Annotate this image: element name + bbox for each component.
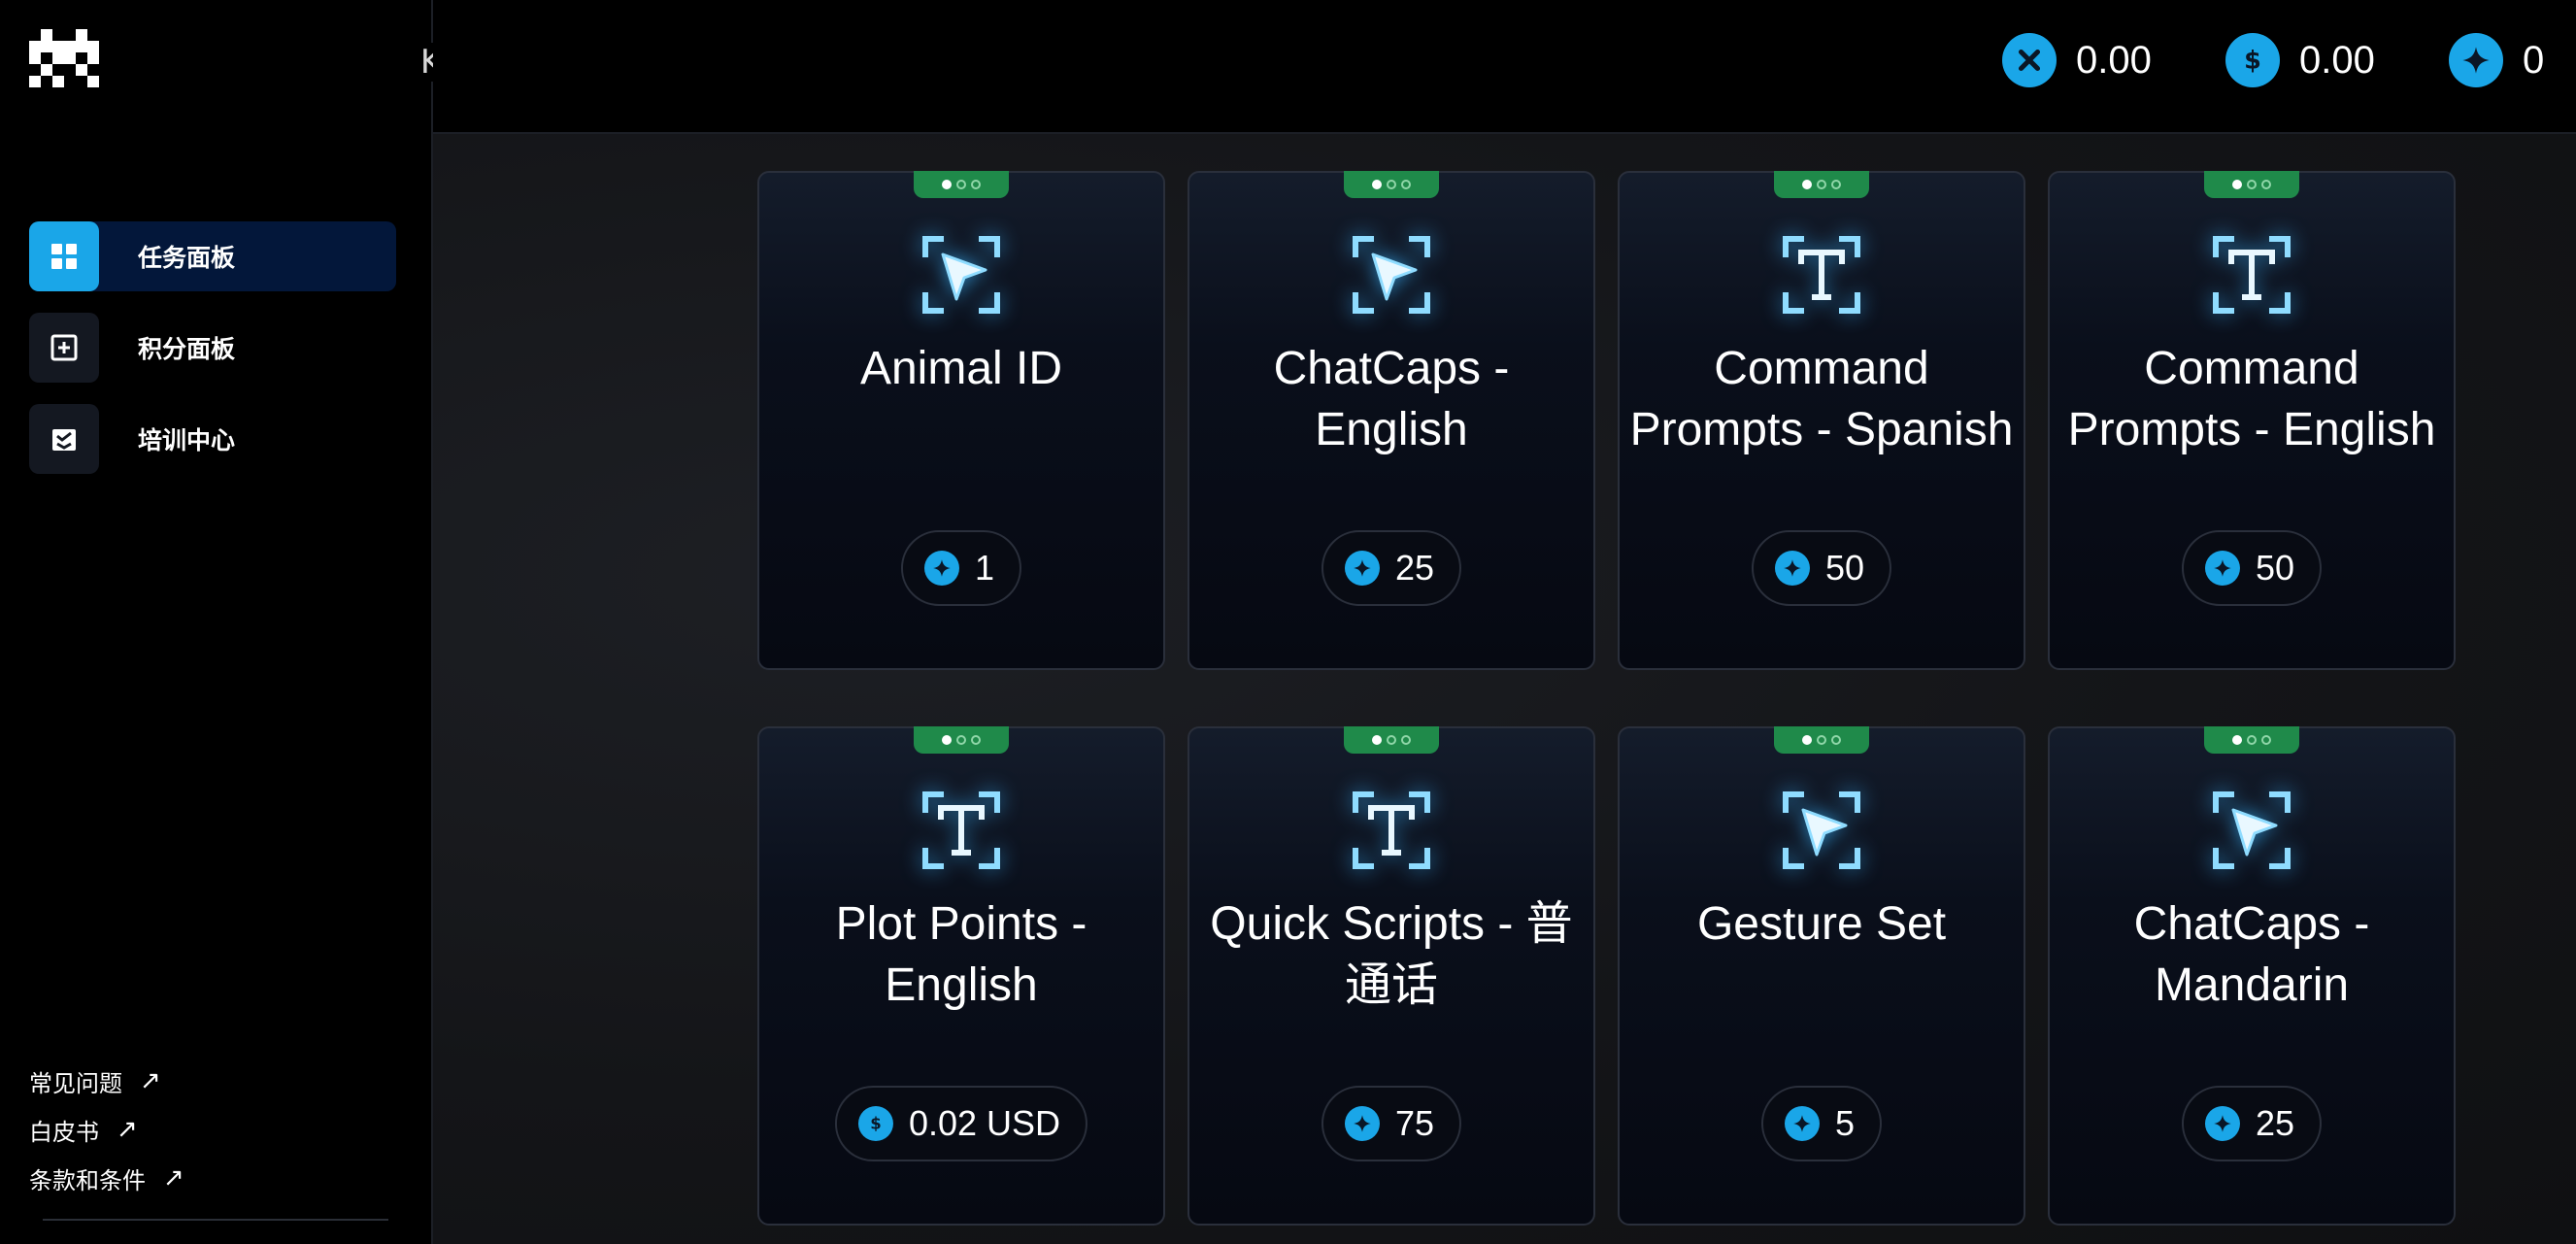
divider [43, 1219, 388, 1221]
cursor-icon [920, 233, 1003, 317]
page-indicator [1344, 171, 1439, 198]
points-balance[interactable]: 0 [2449, 33, 2544, 87]
reward-badge: 75 [1321, 1086, 1462, 1161]
star-coin-icon [1774, 551, 1810, 586]
star-coin-icon [1344, 1106, 1380, 1141]
logo-icon[interactable] [29, 29, 99, 93]
page-indicator [914, 171, 1009, 198]
sidebar-footer-links: 常见问题 ↗ 白皮书 ↗ 条款和条件 ↗ [29, 1057, 184, 1202]
x-balance[interactable]: 0.00 [2002, 33, 2152, 87]
link-label: 白皮书 [29, 1118, 99, 1146]
page-indicator [914, 726, 1009, 754]
usd-balance[interactable]: 0.00 [2225, 33, 2375, 87]
reward-badge: 25 [1321, 530, 1462, 606]
task-card[interactable]: Gesture Set 5 [1618, 726, 2025, 1226]
sidebar-item-points-board[interactable]: 积分面板 [29, 313, 396, 383]
page-indicator [1344, 726, 1439, 754]
dollar-coin-icon [857, 1106, 893, 1141]
grid-icon [29, 221, 99, 291]
balance-value: 0.00 [2299, 38, 2375, 82]
text-icon [920, 789, 1003, 872]
star-coin-icon [1784, 1106, 1820, 1141]
link-label: 常见问题 [29, 1069, 122, 1097]
top-bar: 0.00 0.00 0 [433, 0, 2576, 134]
terms-link[interactable]: 条款和条件 ↗ [29, 1154, 184, 1202]
task-card[interactable]: Command Prompts - Spanish 50 [1618, 171, 2025, 670]
cursor-icon [1350, 233, 1433, 317]
faq-link[interactable]: 常见问题 ↗ [29, 1057, 184, 1105]
star-coin-icon [2204, 551, 2240, 586]
reward-value: 25 [1394, 548, 1435, 588]
task-card[interactable]: Plot Points - English 0.02 USD [757, 726, 1165, 1226]
task-card[interactable]: ChatCaps - Mandarin 25 [2048, 726, 2456, 1226]
reward-badge: 0.02 USD [834, 1086, 1088, 1161]
reward-badge: 50 [2181, 530, 2323, 606]
task-title: Quick Scripts - 普通话 [1210, 898, 1573, 1011]
task-card[interactable]: Command Prompts - English 50 [2048, 171, 2456, 670]
link-label: 条款和条件 [29, 1166, 146, 1194]
external-link-icon: ↗ [140, 1066, 161, 1095]
reward-value: 25 [2255, 1103, 2295, 1143]
sidebar-item-label: 培训中心 [138, 426, 236, 454]
star-coin-icon [2449, 33, 2503, 87]
page-indicator [1774, 726, 1869, 754]
star-coin-icon [923, 551, 959, 586]
task-title: ChatCaps - Mandarin [2133, 898, 2370, 1011]
reward-value: 1 [974, 548, 995, 588]
task-title: Plot Points - English [835, 898, 1087, 1011]
training-icon [29, 404, 99, 474]
external-link-icon: ↗ [117, 1115, 138, 1144]
sidebar: K 任务面板 积分面板 培训中心 常见问题 ↗ 白皮书 ↗ 条款和条件 ↗ [0, 0, 445, 1244]
task-title: Command Prompts - English [2067, 343, 2436, 455]
page-indicator [2204, 171, 2299, 198]
reward-badge: 1 [900, 530, 1022, 606]
reward-value: 50 [2255, 548, 2295, 588]
sidebar-item-label: 任务面板 [138, 244, 236, 272]
cursor-icon [2210, 789, 2293, 872]
task-title: Command Prompts - Spanish [1629, 343, 2014, 455]
balance-value: 0.00 [2076, 38, 2152, 82]
reward-badge: 5 [1760, 1086, 1883, 1161]
task-title: Animal ID [859, 343, 1063, 394]
cursor-icon [1780, 789, 1863, 872]
reward-badge: 25 [2181, 1086, 2323, 1161]
page-indicator [1774, 171, 1869, 198]
sidebar-item-task-board[interactable]: 任务面板 [29, 221, 396, 291]
whitepaper-link[interactable]: 白皮书 ↗ [29, 1105, 184, 1154]
reward-badge: 50 [1751, 530, 1892, 606]
task-grid: Animal ID 1 ChatCaps - English 25 Comman… [433, 134, 2576, 1244]
text-icon [1780, 233, 1863, 317]
task-card[interactable]: ChatCaps - English 25 [1188, 171, 1595, 670]
text-icon [2210, 233, 2293, 317]
balance-value: 0 [2523, 38, 2545, 82]
task-title: ChatCaps - English [1273, 343, 1510, 455]
task-card[interactable]: Quick Scripts - 普通话 75 [1188, 726, 1595, 1226]
sidebar-item-label: 积分面板 [138, 335, 236, 363]
task-title: Gesture Set [1696, 898, 1947, 950]
external-link-icon: ↗ [163, 1163, 184, 1193]
dollar-coin-icon [2225, 33, 2280, 87]
sidebar-nav: 任务面板 积分面板 培训中心 [29, 221, 396, 495]
star-coin-icon [2204, 1106, 2240, 1141]
sidebar-item-training-center[interactable]: 培训中心 [29, 404, 396, 474]
reward-value: 75 [1394, 1103, 1435, 1143]
task-card[interactable]: Animal ID 1 [757, 171, 1165, 670]
reward-value: 5 [1834, 1103, 1856, 1143]
plus-square-icon [29, 313, 99, 383]
reward-value: 50 [1824, 548, 1865, 588]
page-indicator [2204, 726, 2299, 754]
star-coin-icon [1344, 551, 1380, 586]
x-coin-icon [2002, 33, 2057, 87]
reward-value: 0.02 USD [908, 1103, 1061, 1143]
text-icon [1350, 789, 1433, 872]
